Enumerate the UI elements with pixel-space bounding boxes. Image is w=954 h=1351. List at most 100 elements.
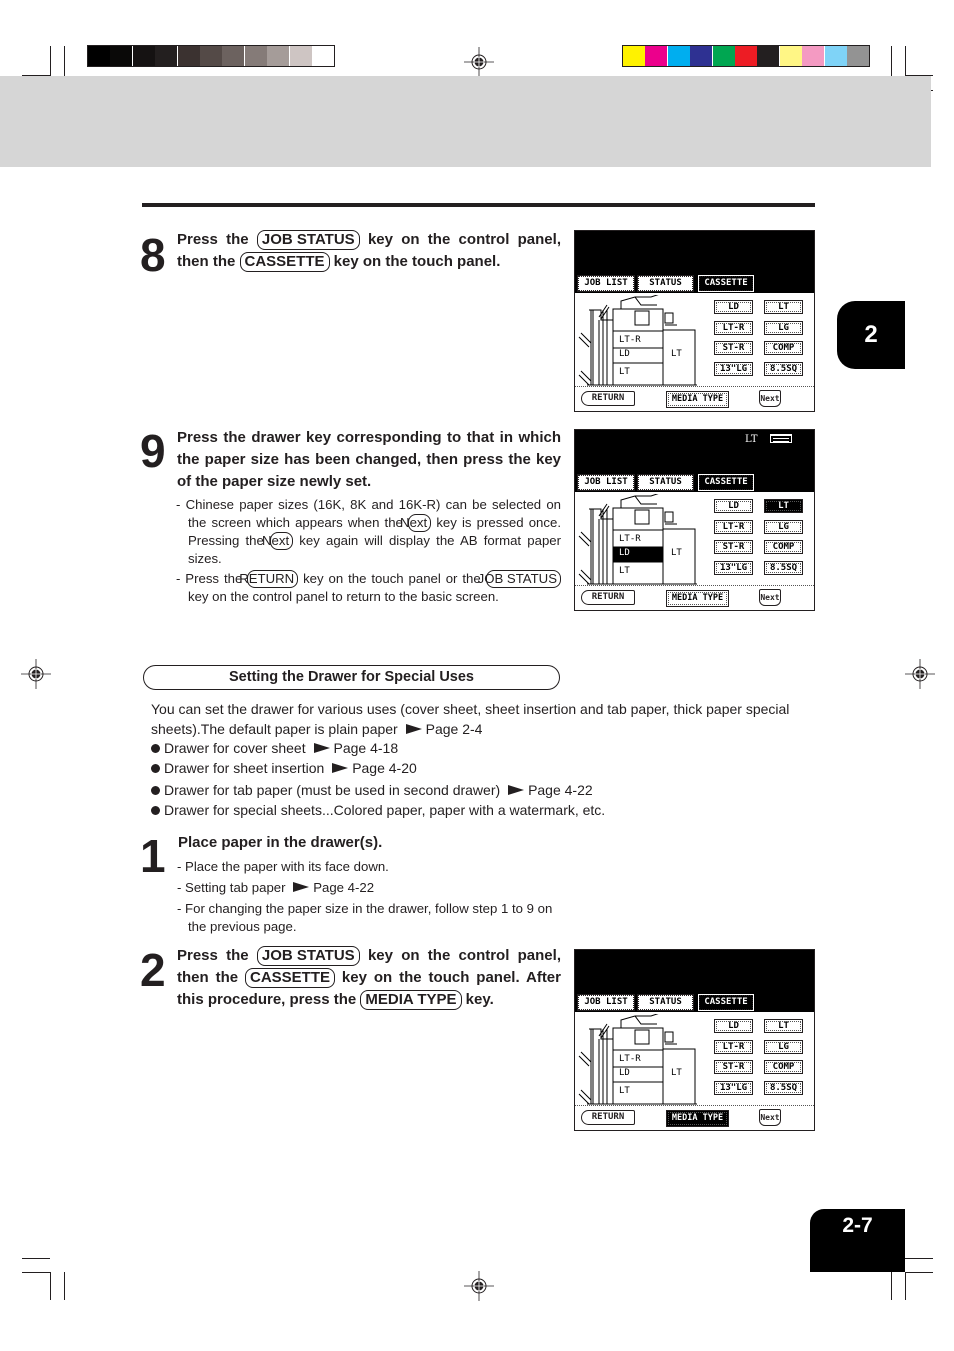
next-button[interactable]: Next	[759, 390, 781, 407]
color-swatch	[110, 46, 133, 66]
section-intro: You can set the drawer for various uses …	[151, 699, 811, 739]
panel-divider	[575, 386, 814, 387]
color-swatch	[623, 46, 645, 66]
paper-size-button[interactable]: ST-R	[714, 540, 753, 554]
color-swatch	[712, 46, 735, 66]
drawer-button[interactable]: LD	[619, 1068, 630, 1079]
crop-mark	[891, 1272, 892, 1300]
tab-job-list[interactable]: JOB LIST	[577, 994, 635, 1011]
paper-size-button[interactable]: LG	[764, 320, 803, 335]
color-swatch	[312, 46, 334, 66]
lcf-drawer-button[interactable]: LT	[671, 548, 682, 559]
drawer-button[interactable]: LT-R	[619, 534, 641, 545]
paper-size-button[interactable]: COMP	[764, 540, 803, 554]
drawer-button[interactable]: LT	[619, 367, 630, 378]
next-key: Next	[262, 531, 294, 550]
paper-size-button[interactable]: 13"LG	[714, 1080, 753, 1095]
panel-tab-bar: JOB LIST STATUS CASSETTE	[575, 993, 755, 1012]
paper-size-button[interactable]: LT-R	[714, 519, 753, 534]
paper-size-button[interactable]: 8.5SQ	[764, 560, 803, 575]
list-item: Drawer for special sheets...Colored pape…	[151, 800, 811, 820]
paper-size-button[interactable]: 8.5SQ	[764, 361, 803, 376]
color-swatch	[779, 46, 802, 66]
tab-status[interactable]: STATUS	[637, 275, 694, 292]
return-key: RETURN	[239, 570, 299, 588]
paper-size-button[interactable]: 8.5SQ	[764, 1080, 803, 1095]
step-title: Press the JOB STATUS key on the control …	[177, 945, 561, 1011]
arrow-icon	[313, 743, 330, 753]
media-type-button[interactable]: MEDIA TYPE	[666, 391, 729, 408]
job-status-key: JOB STATUS	[256, 946, 360, 966]
media-type-button[interactable]: MEDIA TYPE	[666, 590, 729, 607]
lcf-drawer-button[interactable]: LT	[671, 349, 682, 360]
paper-size-button[interactable]: COMP	[764, 341, 803, 355]
header-rule	[142, 203, 815, 207]
color-swatch	[757, 46, 780, 66]
drawer-button[interactable]: LT-R	[619, 1054, 641, 1065]
tab-job-list[interactable]: JOB LIST	[577, 474, 635, 491]
tab-cassette[interactable]: CASSETTE	[698, 994, 754, 1011]
color-swatch	[88, 46, 110, 66]
drawer-button[interactable]: LD	[619, 349, 630, 360]
tab-cassette[interactable]: CASSETTE	[698, 474, 754, 491]
page-reference: Page 4-22	[313, 880, 375, 895]
list-item: Drawer for sheet insertion Page 4-20	[151, 758, 811, 778]
tab-status[interactable]: STATUS	[637, 994, 694, 1011]
paper-size-button[interactable]: LD	[714, 1019, 753, 1033]
bullet-icon	[151, 744, 160, 753]
lcf-drawer-button[interactable]: LT	[671, 1068, 682, 1079]
touch-panel-screenshot: LT JOB LIST STATUS CASSETTE LT-R LD LT LT LD LT LT…	[574, 429, 815, 611]
paper-size-button[interactable]: LD	[714, 499, 753, 513]
drawer-button[interactable]: LD	[619, 548, 630, 559]
color-swatch	[847, 46, 869, 66]
registration-mark-icon	[464, 1271, 494, 1301]
return-button[interactable]: RETURN	[581, 1110, 635, 1125]
text: Drawer for tab paper (must be used in se…	[164, 782, 501, 798]
paper-size-button[interactable]: LT	[764, 1019, 803, 1033]
color-swatch	[824, 46, 847, 66]
color-swatch	[222, 46, 245, 66]
return-button[interactable]: RETURN	[581, 590, 635, 605]
color-swatch	[645, 46, 668, 66]
registration-mark-icon	[21, 659, 51, 689]
text: Drawer for sheet insertion	[164, 760, 325, 776]
step-title: Press the JOB STATUS key on the control …	[177, 229, 561, 273]
paper-size-button[interactable]: LG	[764, 519, 803, 534]
paper-size-button[interactable]: LT-R	[714, 1039, 753, 1054]
tab-status[interactable]: STATUS	[637, 474, 694, 491]
text: Press the	[177, 947, 257, 964]
color-swatch	[155, 46, 178, 66]
return-button[interactable]: RETURN	[581, 391, 635, 406]
drawer-button[interactable]: LT	[619, 566, 630, 577]
step-number: 1	[140, 830, 166, 882]
next-button[interactable]: Next	[759, 589, 781, 606]
note: - Setting tab paper Page 4-22	[177, 879, 562, 897]
paper-size-button[interactable]: COMP	[764, 1060, 803, 1074]
page-number-tab: 2-7	[810, 1209, 905, 1272]
bullet-icon	[151, 786, 160, 795]
page-reference: Page 4-18	[333, 740, 399, 756]
media-type-key: MEDIA TYPE	[360, 990, 462, 1010]
paper-size-button[interactable]: LT	[764, 300, 803, 314]
color-swatch	[244, 46, 267, 66]
note: - Place the paper with its face down.	[177, 859, 389, 874]
paper-size-button[interactable]: LT	[764, 499, 803, 513]
paper-size-button[interactable]: 13"LG	[714, 560, 753, 575]
media-type-button[interactable]: MEDIA TYPE	[666, 1110, 729, 1127]
tab-job-list[interactable]: JOB LIST	[577, 275, 635, 292]
crop-mark	[22, 1272, 50, 1273]
text: key on the touch panel.	[329, 253, 501, 270]
drawer-button[interactable]: LT	[619, 1086, 630, 1097]
paper-size-button[interactable]: 13"LG	[714, 361, 753, 376]
paper-size-button[interactable]: LT-R	[714, 320, 753, 335]
next-button[interactable]: Next	[759, 1109, 781, 1126]
copier-illustration-icon	[578, 1014, 697, 1105]
paper-size-button[interactable]: ST-R	[714, 341, 753, 355]
text: key on the touch panel or the	[298, 571, 486, 586]
drawer-button[interactable]: LT-R	[619, 335, 641, 346]
job-status-key: JOB STATUS	[478, 570, 561, 588]
paper-size-button[interactable]: LD	[714, 300, 753, 314]
paper-size-button[interactable]: LG	[764, 1039, 803, 1054]
paper-size-button[interactable]: ST-R	[714, 1060, 753, 1074]
tab-cassette[interactable]: CASSETTE	[698, 275, 754, 292]
